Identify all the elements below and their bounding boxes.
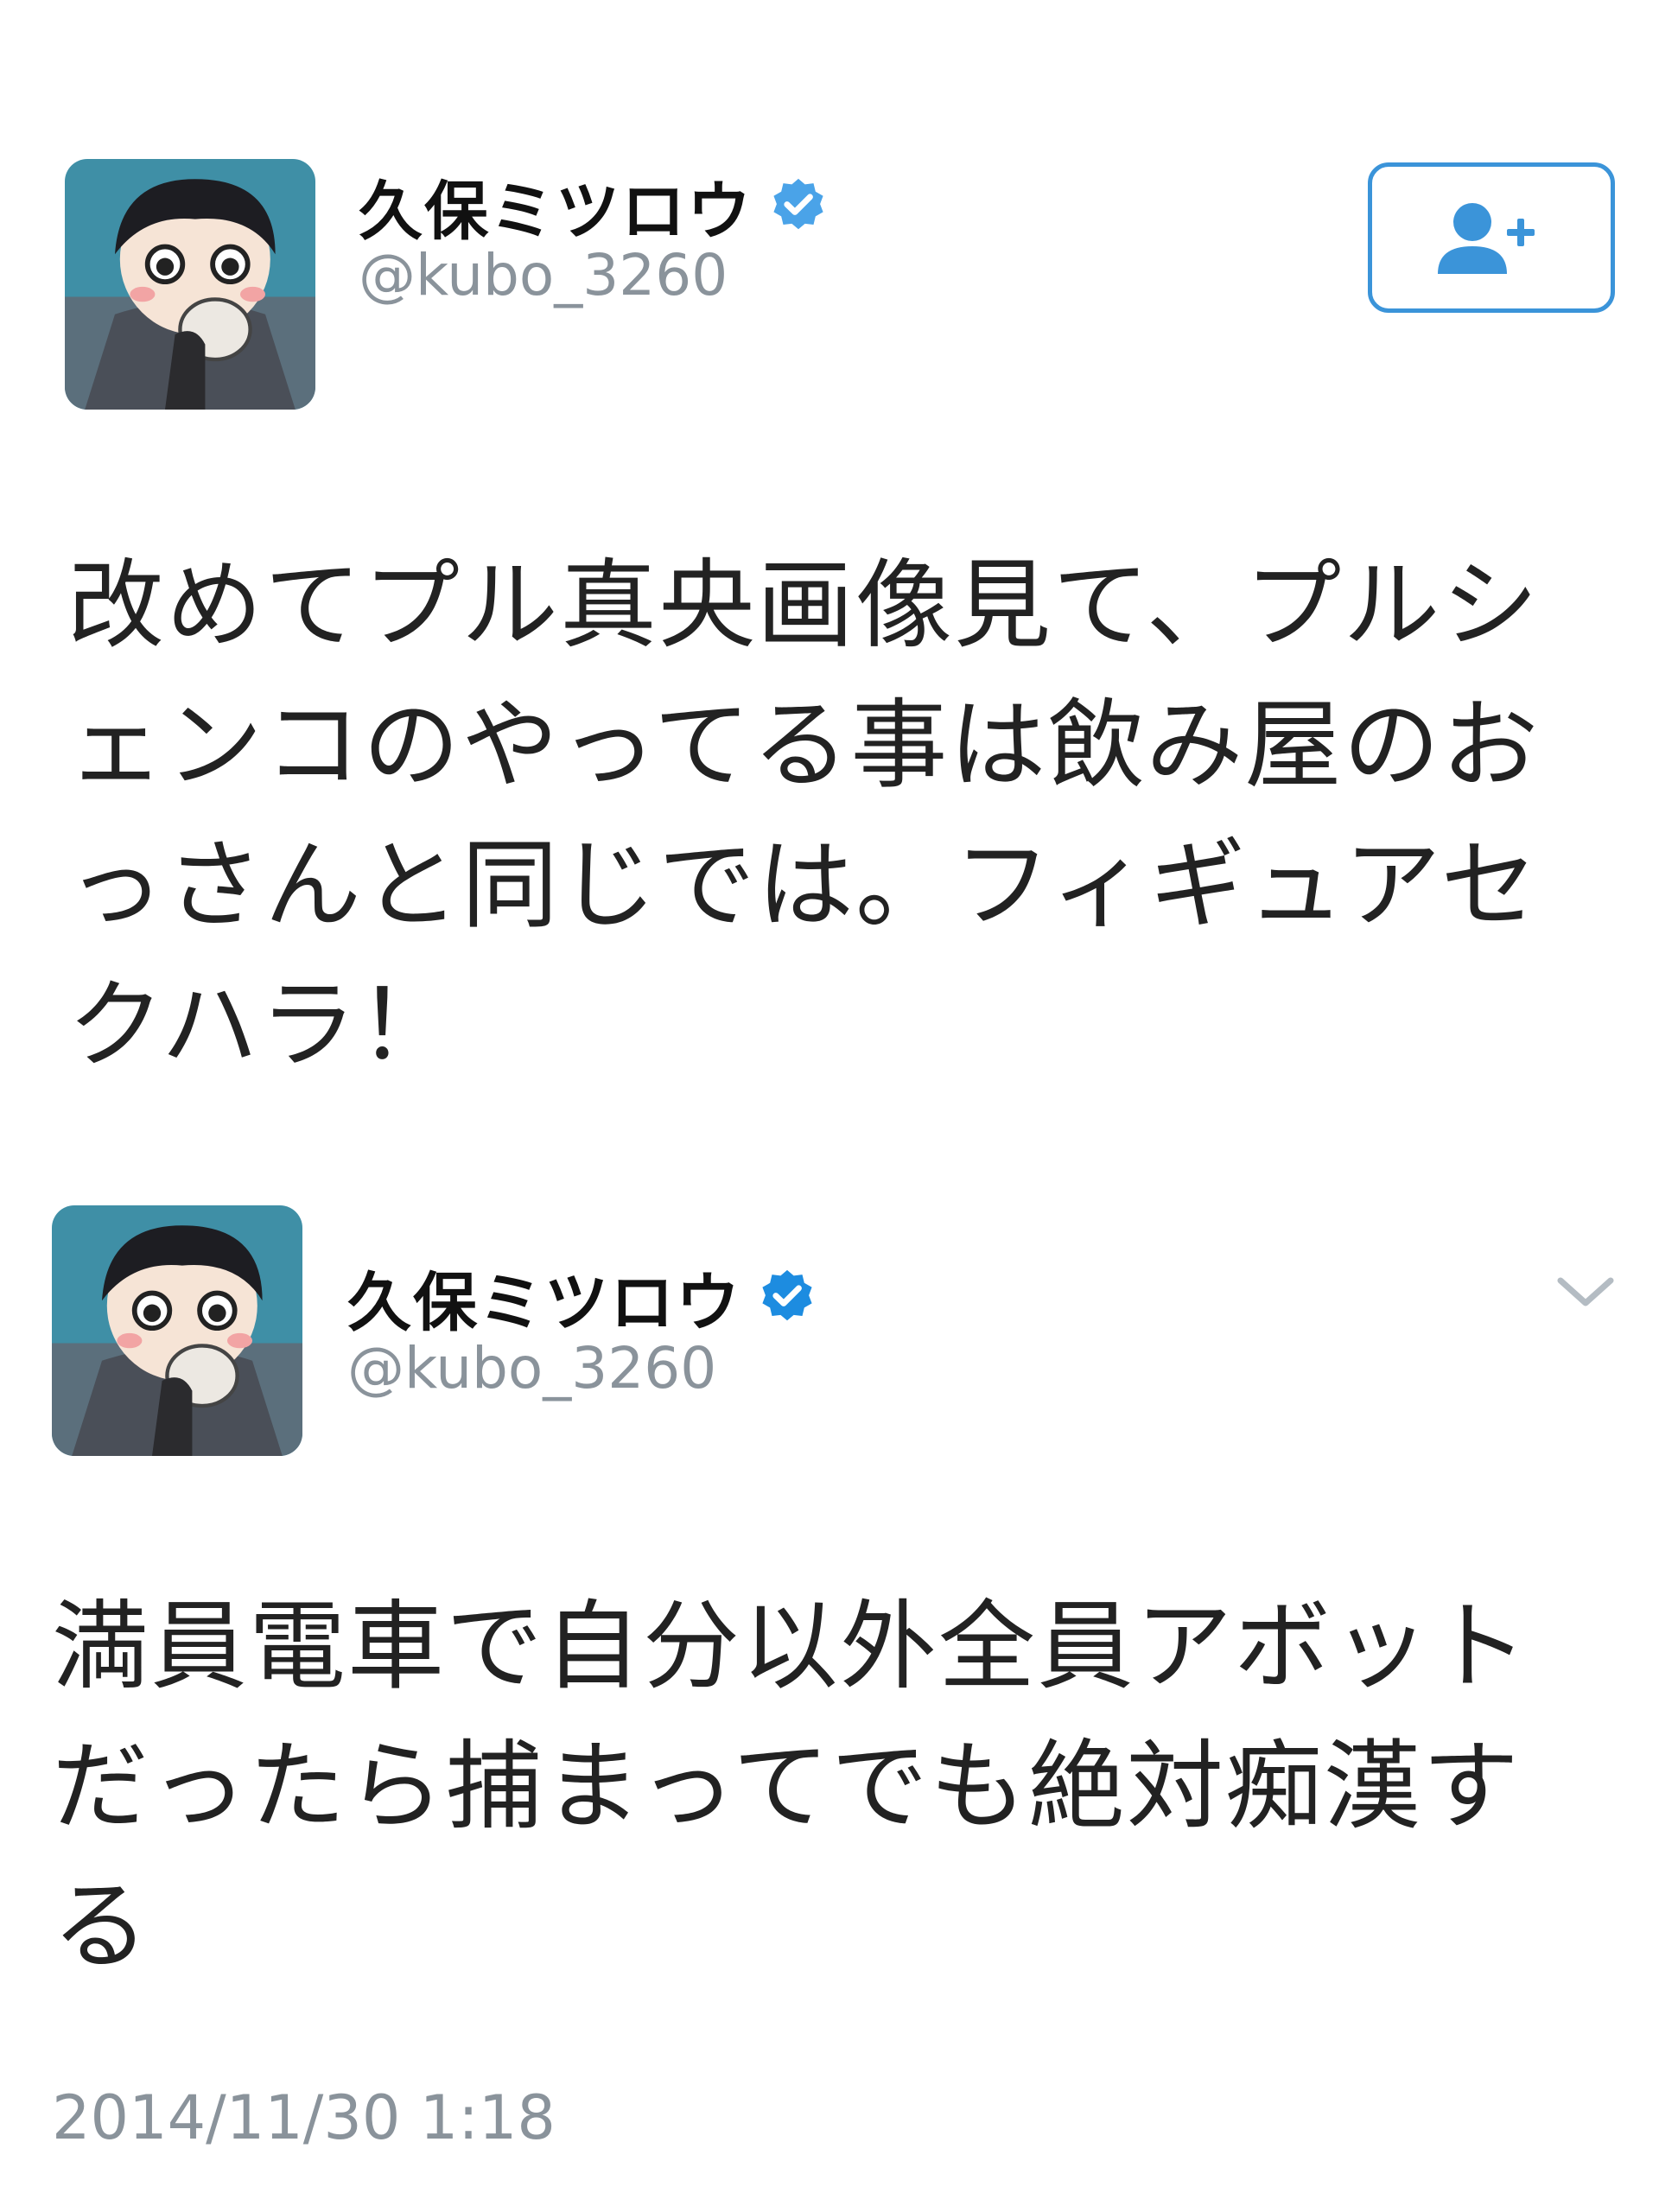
follow-button[interactable] [1368, 162, 1615, 313]
verified-badge-icon [757, 1268, 817, 1328]
tweet-text: 改めてプル真央画像見て、プルシェンコのやってる事は飲み屋のおっさんと同じでは。フ… [67, 550, 1541, 1082]
timestamp[interactable]: 2014/11/30 1:18 [52, 2082, 556, 2153]
verified-badge-icon [768, 176, 829, 237]
avatar[interactable] [52, 1205, 302, 1456]
user-handle[interactable]: @kubo_3260 [359, 242, 728, 308]
display-name[interactable]: 久保ミツロウ [347, 1251, 741, 1344]
avatar[interactable] [65, 159, 315, 410]
display-name[interactable]: 久保ミツロウ [359, 160, 753, 252]
author-name-row: 久保ミツロウ [359, 160, 829, 252]
user-handle[interactable]: @kubo_3260 [347, 1335, 716, 1402]
tweet-text: 満員電車で自分以外全員アボットだったら捕まってでも絶対痴漢する [52, 1591, 1529, 1983]
chevron-down-icon[interactable] [1555, 1270, 1616, 1313]
author-name-row: 久保ミツロウ [347, 1251, 817, 1344]
follow-user-plus-icon [1438, 203, 1535, 274]
